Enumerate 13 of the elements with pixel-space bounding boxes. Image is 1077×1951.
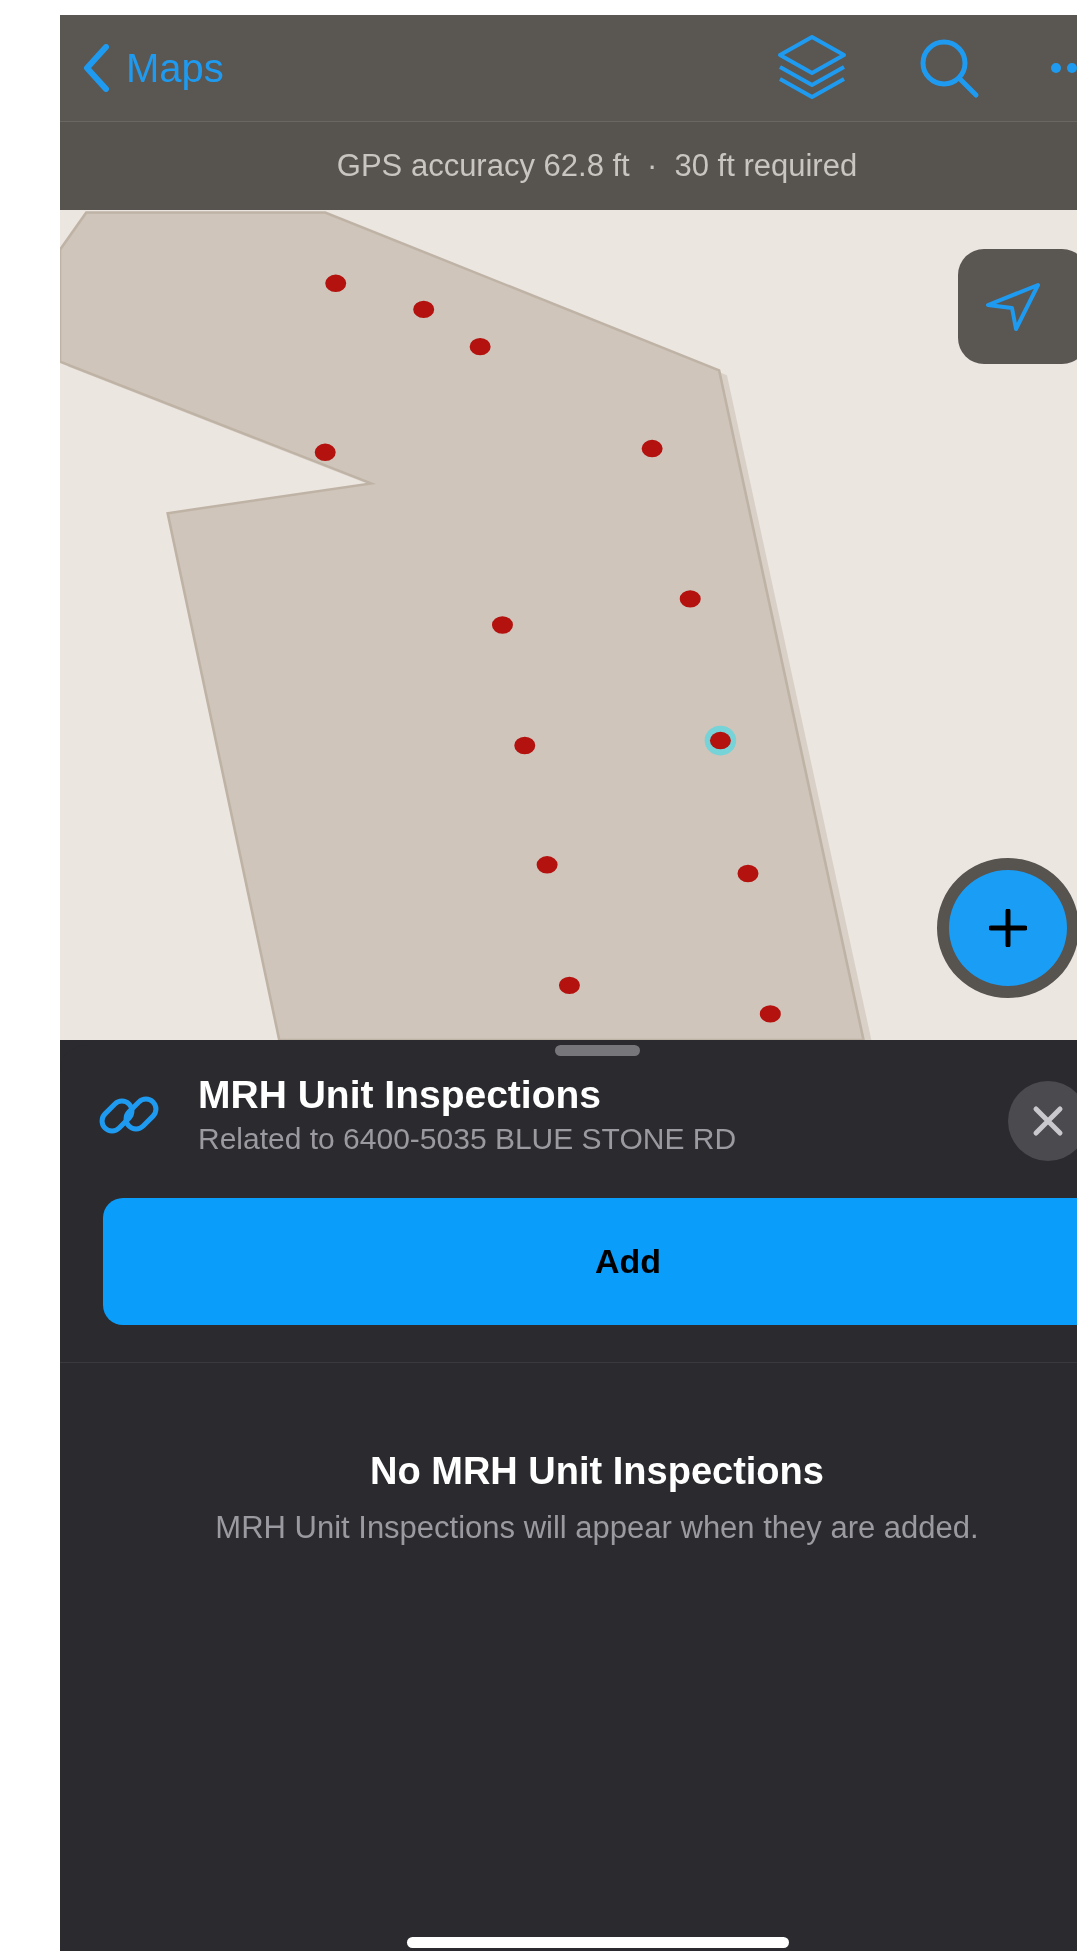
search-icon[interactable] — [918, 37, 980, 99]
sheet-title: MRH Unit Inspections — [198, 1072, 602, 1118]
drag-handle[interactable] — [554, 1045, 640, 1056]
back-chevron-icon — [82, 44, 110, 92]
close-icon — [1032, 1105, 1064, 1137]
empty-state-message: MRH Unit Inspections will appear when they are added. — [214, 1508, 980, 1547]
navigation-arrow-icon — [984, 280, 1042, 333]
related-record-text: Related to 6400-5035 BLUE STONE RD — [198, 1120, 737, 1157]
empty-state-title: No MRH Unit Inspections — [369, 1448, 825, 1494]
gps-accuracy-text: GPS accuracy 62.8 ft · 30 ft required — [336, 146, 858, 185]
location-button[interactable] — [958, 249, 1077, 364]
add-button[interactable]: Add — [103, 1197, 1077, 1325]
plus-icon — [989, 909, 1027, 947]
